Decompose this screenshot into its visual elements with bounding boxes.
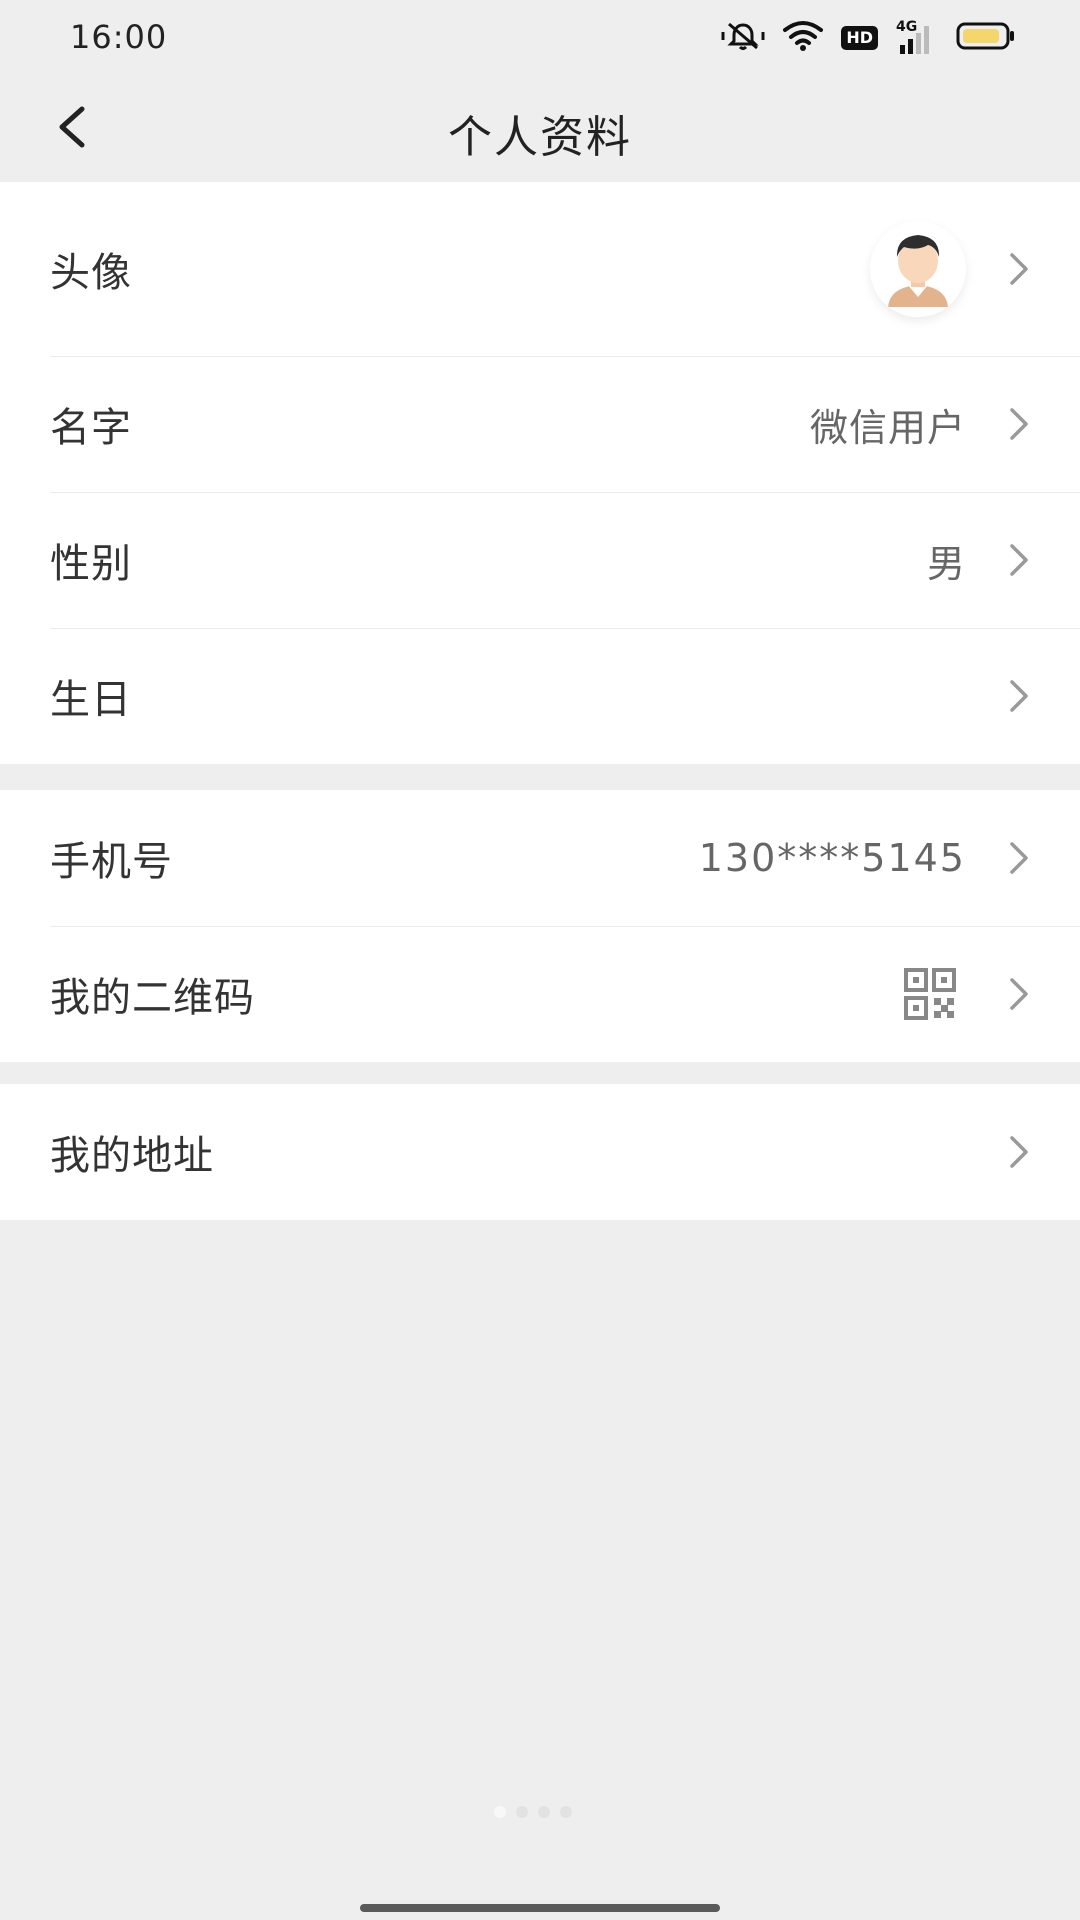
profile-screen: 16:00 HD 4G 个人资料 头像 名字 微信用户 性别 男 生日 手机号 … bbox=[0, 0, 1080, 1920]
name-label: 名字 bbox=[50, 405, 132, 451]
address-group: 我的地址 bbox=[0, 1084, 1080, 1220]
chevron-right-icon bbox=[1002, 407, 1036, 441]
page-dot bbox=[494, 1806, 506, 1818]
phone-row[interactable]: 手机号 130****5145 bbox=[0, 790, 1080, 926]
birthday-label: 生日 bbox=[50, 677, 132, 723]
name-row[interactable]: 名字 微信用户 bbox=[0, 356, 1080, 492]
qr-code-label: 我的二维码 bbox=[50, 975, 255, 1021]
phone-value: 130****5145 bbox=[698, 836, 966, 880]
avatar-row[interactable]: 头像 bbox=[0, 182, 1080, 356]
qr-code-row[interactable]: 我的二维码 bbox=[0, 926, 1080, 1062]
hd-icon: HD bbox=[841, 26, 878, 50]
address-label: 我的地址 bbox=[50, 1133, 214, 1179]
page-dot bbox=[516, 1806, 528, 1818]
status-bar: 16:00 HD 4G bbox=[0, 0, 1080, 75]
status-icons: HD 4G bbox=[721, 19, 1016, 56]
wifi-icon bbox=[783, 20, 824, 56]
header-bar: 个人资料 bbox=[0, 75, 1080, 182]
page-dot bbox=[560, 1806, 572, 1818]
chevron-right-icon bbox=[1002, 543, 1036, 577]
birthday-row[interactable]: 生日 bbox=[0, 628, 1080, 764]
home-indicator[interactable] bbox=[360, 1904, 720, 1912]
name-value: 微信用户 bbox=[809, 405, 966, 450]
gender-value: 男 bbox=[926, 541, 966, 586]
address-row[interactable]: 我的地址 bbox=[0, 1084, 1080, 1220]
avatar-label: 头像 bbox=[50, 250, 132, 296]
page-dot bbox=[538, 1806, 550, 1818]
gender-row[interactable]: 性别 男 bbox=[0, 492, 1080, 628]
battery-icon bbox=[956, 21, 1016, 55]
gender-label: 性别 bbox=[50, 541, 132, 587]
page-indicator-dots bbox=[494, 1806, 572, 1818]
chevron-right-icon bbox=[1002, 1135, 1036, 1169]
mute-alarm-icon bbox=[721, 20, 765, 56]
page-title: 个人资料 bbox=[448, 112, 632, 163]
signal-icon: 4G bbox=[896, 19, 938, 55]
status-time: 16:00 bbox=[70, 18, 168, 56]
avatar bbox=[870, 221, 966, 317]
profile-group: 头像 名字 微信用户 性别 男 生日 bbox=[0, 182, 1080, 764]
qr-code-icon bbox=[904, 968, 956, 1020]
chevron-right-icon bbox=[1002, 679, 1036, 713]
chevron-right-icon bbox=[1002, 841, 1036, 875]
chevron-right-icon bbox=[1002, 977, 1036, 1011]
chevron-right-icon bbox=[1002, 252, 1036, 286]
contact-group: 手机号 130****5145 我的二维码 bbox=[0, 790, 1080, 1062]
phone-label: 手机号 bbox=[50, 839, 173, 885]
